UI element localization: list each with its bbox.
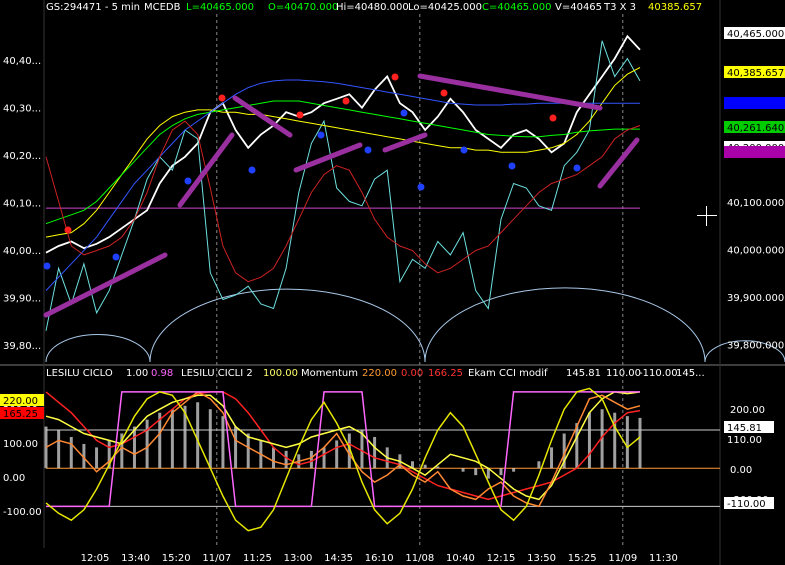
x-axis-tick: 11:25 [243,553,272,564]
red-dot-marker [296,111,304,119]
indicator-tag-text: 220.00 [3,396,38,407]
indicator-y-tick-left: 100.00 [3,439,38,450]
x-axis-tick: 11/09 [608,553,637,564]
price-series-line [45,34,641,254]
x-axis-tick: 12:05 [81,553,110,564]
price-y-tick-right: 40,100.000 [727,198,784,209]
indicator-tag-text: -110.00 [727,499,766,510]
x-axis-tick: 11:30 [649,553,678,564]
x-axis-tick: 13:40 [121,553,150,564]
cycle-arc [149,288,426,363]
indicator-y-tick-left: -100.00 [3,507,42,518]
blue-dot-marker [508,162,516,170]
indicator-tag-text: 145.81 [727,423,762,434]
x-axis-tick: 16:10 [365,553,394,564]
price-y-tick-left: 40,20... [3,151,41,162]
blue-dot-marker [317,131,325,139]
indicator-y-tick-right: 0.00 [730,465,752,476]
x-axis-tick: 10:40 [446,553,475,564]
red-dot-marker [549,114,557,122]
price-y-tick-right: 39,800.000 [727,341,784,352]
cycle-arc [45,333,151,363]
blue-dot-marker [460,146,468,154]
price-tag-text: 40,385.657 [727,68,784,79]
price-series-line [45,120,641,283]
price-y-tick-right: 39,900.000 [727,293,784,304]
x-axis-tick: 15:25 [568,553,597,564]
red-dot-marker [440,89,448,97]
price-tag-text: 40,261.640 [727,123,784,134]
blue-dot-marker [248,166,256,174]
x-axis-tick: 13:00 [284,553,313,564]
price-tag-text: 40,465.000 [727,29,784,40]
price-y-tick-left: 39,90... [3,294,41,305]
price-y-tick-left: 40,30... [3,104,41,115]
price-y-tick-left: 40,40... [3,56,41,67]
blue-dot-marker [364,146,372,154]
cycle-arc [424,287,706,363]
x-axis-tick: 11/08 [405,553,434,564]
crosshair-cursor-icon [697,206,717,226]
blue-dot-marker [417,183,425,191]
price-series-line [45,79,640,291]
trend-segment [597,137,640,189]
indicator-tag-text: 110.00 [727,435,762,446]
red-dot-marker [391,73,399,81]
x-axis-tick: 11/07 [202,553,231,564]
price-tag-text: 40,320.000 [727,99,784,110]
blue-dot-marker [112,253,120,261]
indicator-tag-text: 165.25 [3,409,38,420]
blue-dot-marker [43,262,51,270]
price-y-tick-left: 40,10... [3,199,41,210]
chart-canvas[interactable]: 40,40... 40,30... 40,20... 40,10... 40,00...… [0,0,785,565]
x-axis-tick: 15:20 [162,553,191,564]
red-dot-marker [342,97,350,105]
x-axis-tick: 13:50 [527,553,556,564]
x-axis-tick: 12:15 [487,553,516,564]
blue-dot-marker [573,164,581,172]
blue-dot-marker [400,109,408,117]
indicator-y-tick-left: 0.00 [3,473,25,484]
trend-segment [43,252,168,318]
x-axis-tick: 14:35 [324,553,353,564]
red-dot-marker [64,226,72,234]
price-y-tick-left: 39,80... [3,341,41,352]
price-tag-text: 40,256.159 [727,148,784,159]
trend-segment [177,132,235,208]
price-y-tick-right: 40,000.000 [727,246,784,257]
red-dot-marker [218,94,226,102]
price-y-tick-left: 40,00... [3,246,41,257]
blue-dot-marker [184,177,192,185]
indicator-y-tick-right: 200.00 [730,405,765,416]
trend-segment [293,142,363,173]
